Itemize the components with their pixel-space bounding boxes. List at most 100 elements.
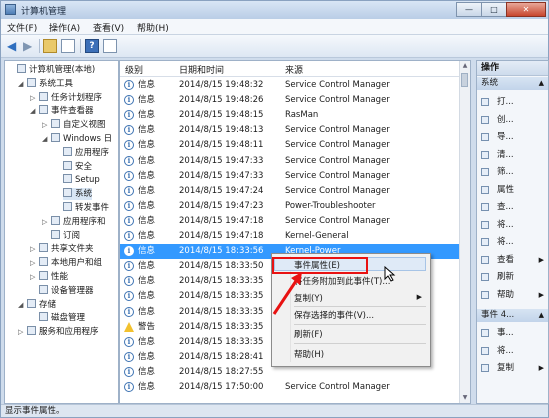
info-icon: i bbox=[124, 231, 134, 241]
tree-node[interactable]: ▷ 任务计划程序 bbox=[30, 91, 102, 104]
event-level: 信息 bbox=[138, 200, 156, 211]
event-row[interactable]: i 信息 2014/8/15 19:47:33 Service Control Man… bbox=[120, 154, 460, 169]
action-item[interactable]: 打... bbox=[477, 96, 548, 108]
actions-section-event[interactable]: 事件 4... ▲ bbox=[477, 309, 548, 322]
menu-item-refresh[interactable]: 刷新(F) bbox=[294, 328, 323, 340]
action-item[interactable]: 刷新 bbox=[477, 271, 548, 283]
action-item[interactable]: 帮助 ▶ bbox=[477, 289, 548, 301]
tree-node[interactable]: 安全 bbox=[63, 160, 92, 173]
minimize-button[interactable]: — bbox=[456, 2, 482, 17]
menu-item-help[interactable]: 帮助(H) bbox=[294, 348, 324, 360]
console-tree[interactable]: 计算机管理(本地) ◢ 系统工具 ▷ 任务计划程序 ◢ 事件查看器 ▷ 自定义视图 ◢ Window… bbox=[4, 60, 119, 404]
subscription-icon bbox=[51, 229, 60, 239]
help-icon[interactable]: ? bbox=[85, 39, 99, 53]
action-item[interactable]: 创... bbox=[477, 114, 548, 126]
tree-node[interactable]: ▷ 性能 bbox=[30, 271, 68, 283]
action-item[interactable]: 将... bbox=[477, 345, 548, 357]
column-level[interactable]: 级别 bbox=[125, 63, 143, 76]
title-bar[interactable]: 计算机管理 — □ ✕ bbox=[1, 1, 548, 19]
event-row[interactable]: i 信息 2014/8/15 17:50:00 Service Control Man… bbox=[120, 380, 460, 395]
tree-node-label: 事件查看器 bbox=[51, 106, 94, 117]
expand-toggle-icon[interactable]: ▷ bbox=[42, 119, 47, 131]
maximize-button[interactable]: □ bbox=[481, 2, 507, 17]
menu-help[interactable]: 帮助(H) bbox=[137, 21, 169, 34]
action-item[interactable]: 事... bbox=[477, 327, 548, 339]
tree-node[interactable]: ◢ Windows 日 bbox=[42, 133, 112, 145]
log-icon bbox=[63, 188, 72, 198]
tree-node[interactable]: ▷ 应用程序和 bbox=[42, 215, 106, 228]
vertical-scrollbar[interactable]: ▲ ▼ bbox=[459, 61, 470, 403]
expand-toggle-icon[interactable]: ◢ bbox=[30, 105, 35, 117]
action-item[interactable]: 将... bbox=[477, 219, 548, 231]
expand-toggle-icon[interactable]: ▷ bbox=[18, 326, 23, 338]
event-row[interactable]: i 信息 2014/8/15 19:47:18 Kernel-General bbox=[120, 229, 460, 244]
menu-file[interactable]: 文件(F) bbox=[7, 21, 37, 34]
show-action-pane-icon[interactable] bbox=[103, 39, 117, 53]
tree-node[interactable]: 转发事件 bbox=[63, 202, 109, 214]
event-row[interactable]: i 信息 2014/8/15 19:47:23 Power-Troubleshoote… bbox=[120, 199, 460, 214]
column-source[interactable]: 来源 bbox=[285, 63, 303, 76]
close-button[interactable]: ✕ bbox=[506, 2, 546, 17]
action-item[interactable]: 将... bbox=[477, 236, 548, 248]
event-row[interactable]: i 信息 2014/8/15 19:48:13 Service Control Man… bbox=[120, 123, 460, 138]
event-row[interactable]: i 信息 2014/8/15 19:47:24 Service Control Man… bbox=[120, 184, 460, 199]
event-row[interactable]: i 信息 2014/8/15 18:27:55 bbox=[120, 365, 460, 380]
scroll-thumb[interactable] bbox=[461, 73, 468, 87]
action-item[interactable]: 复制 ▶ bbox=[477, 362, 548, 374]
actions-section-system[interactable]: 系统 ▲ bbox=[477, 77, 548, 90]
action-item[interactable]: 清... bbox=[477, 149, 548, 161]
tree-node[interactable]: Setup bbox=[63, 174, 100, 186]
event-datetime: 2014/8/15 19:47:18 bbox=[179, 215, 264, 226]
tree-node[interactable]: 应用程序 bbox=[63, 146, 110, 159]
scroll-up-icon[interactable]: ▲ bbox=[461, 62, 469, 70]
tree-node[interactable]: 设备管理器 bbox=[39, 284, 94, 297]
expand-toggle-icon[interactable]: ◢ bbox=[42, 133, 47, 145]
tree-node[interactable]: 磁盘管理 bbox=[39, 312, 85, 324]
expand-toggle-icon[interactable]: ▷ bbox=[30, 243, 35, 255]
tree-node[interactable]: 系统 bbox=[63, 188, 93, 201]
tree-node[interactable]: ◢ 事件查看器 bbox=[30, 105, 94, 117]
tree-node[interactable]: ▷ 服务和应用程序 bbox=[18, 326, 99, 338]
event-row[interactable]: i 信息 2014/8/15 19:48:15 RasMan bbox=[120, 108, 460, 123]
event-datetime: 2014/8/15 19:48:11 bbox=[179, 140, 264, 151]
action-item[interactable]: 属性 bbox=[477, 184, 548, 196]
expand-toggle-icon[interactable]: ◢ bbox=[18, 299, 23, 311]
tree-node[interactable]: 计算机管理(本地) bbox=[17, 64, 95, 76]
action-item[interactable]: 查看 ▶ bbox=[477, 254, 548, 266]
show-tree-icon[interactable] bbox=[61, 39, 75, 53]
tree-node[interactable]: ◢ 存储 bbox=[18, 298, 56, 311]
expand-toggle-icon[interactable]: ▷ bbox=[30, 92, 35, 104]
expand-toggle-icon[interactable]: ▷ bbox=[30, 271, 35, 283]
action-item[interactable]: 筛... bbox=[477, 166, 548, 178]
action-item[interactable]: 导... bbox=[477, 131, 548, 143]
users-icon bbox=[39, 257, 48, 267]
open-icon bbox=[481, 98, 489, 106]
event-row[interactable]: i 信息 2014/8/15 19:47:33 Service Control Man… bbox=[120, 169, 460, 184]
clear-icon bbox=[481, 150, 489, 159]
menu-view[interactable]: 查看(V) bbox=[93, 21, 124, 34]
tree-node[interactable]: 订阅 bbox=[51, 229, 80, 242]
collapse-arrow-icon[interactable]: ▲ bbox=[539, 77, 544, 90]
event-row[interactable]: i 信息 2014/8/15 19:48:11 Service Control Man… bbox=[120, 138, 460, 153]
column-datetime[interactable]: 日期和时间 bbox=[179, 63, 224, 76]
event-row[interactable]: i 信息 2014/8/15 19:48:32 Service Control Man… bbox=[120, 78, 460, 93]
tree-node[interactable]: ▷ 共享文件夹 bbox=[30, 243, 94, 255]
forward-arrow-icon[interactable]: ▶ bbox=[23, 39, 37, 53]
actions-section-label: 事件 4... bbox=[481, 310, 515, 320]
scroll-down-icon[interactable]: ▼ bbox=[461, 394, 469, 402]
tree-node[interactable]: ▷ 本地用户和组 bbox=[30, 257, 102, 269]
expand-toggle-icon[interactable]: ◢ bbox=[18, 78, 23, 90]
collapse-arrow-icon[interactable]: ▲ bbox=[539, 309, 544, 322]
expand-toggle-icon[interactable]: ▷ bbox=[42, 216, 47, 228]
action-item[interactable]: 查... bbox=[477, 201, 548, 213]
tree-node[interactable]: ◢ 系统工具 bbox=[18, 77, 73, 90]
back-arrow-icon[interactable]: ◀ bbox=[7, 39, 21, 53]
menu-action[interactable]: 操作(A) bbox=[49, 21, 80, 34]
tree-node[interactable]: ▷ 自定义视图 bbox=[42, 119, 106, 131]
event-row[interactable]: i 信息 2014/8/15 19:47:18 Service Control Man… bbox=[120, 214, 460, 229]
event-datetime: 2014/8/15 18:33:35 bbox=[179, 276, 264, 287]
expand-toggle-icon[interactable]: ▷ bbox=[30, 257, 35, 269]
up-folder-icon[interactable] bbox=[43, 39, 57, 53]
tree-node-label: 应用程序 bbox=[75, 147, 110, 158]
event-row[interactable]: i 信息 2014/8/15 19:48:26 Service Control Man… bbox=[120, 93, 460, 108]
